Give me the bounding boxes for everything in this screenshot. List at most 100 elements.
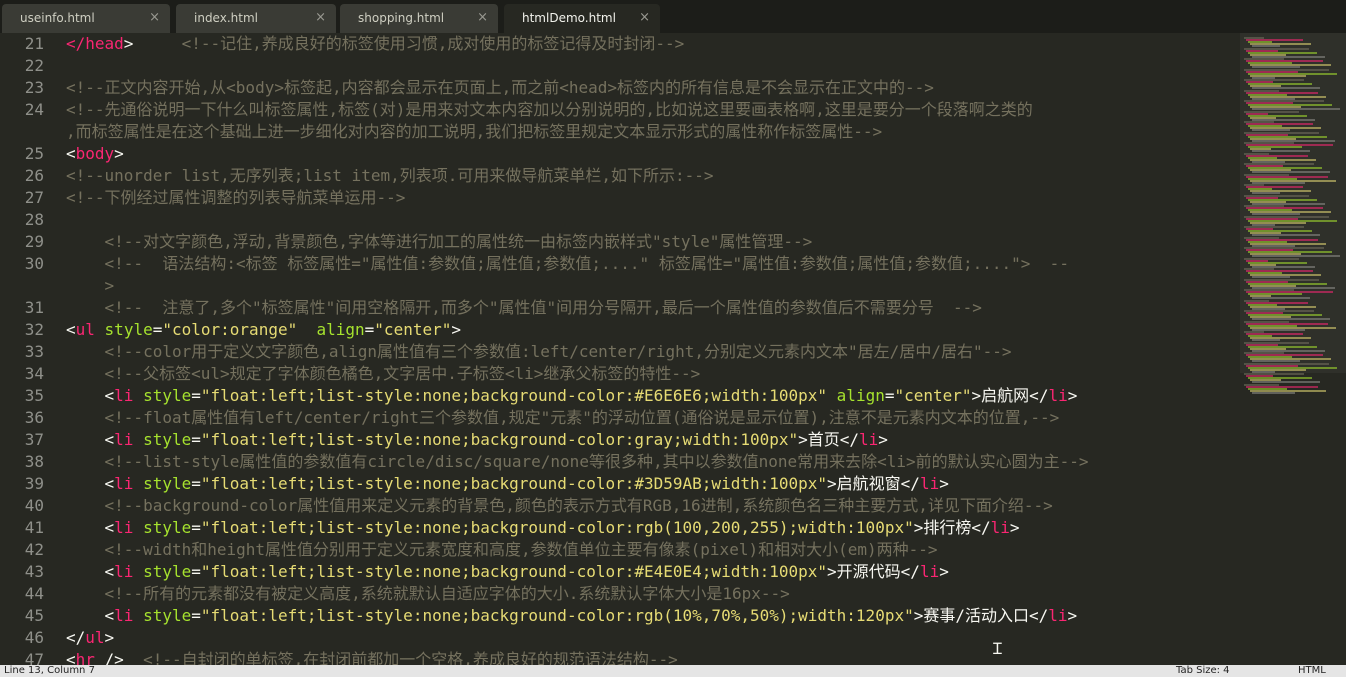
code-line[interactable]: <!--所有的元素都没有被定义高度,系统就默认自适应字体的大小.系统默认字体大小… [66, 583, 790, 605]
code-token: > [939, 474, 949, 493]
code-token: "float:left;list-style:none;background-c… [200, 606, 914, 625]
line-number: 47 [24, 650, 44, 665]
code-line[interactable]: <!--正文内容开始,从<body>标签起,内容都会显示在页面上,而之前<hea… [66, 77, 934, 99]
code-token: < [66, 606, 115, 625]
code-line[interactable]: <!--background-color属性值用来定义元素的背景色,颜色的表示方… [66, 495, 1053, 517]
code-line[interactable]: <li style="float:left;list-style:none;ba… [66, 561, 949, 583]
line-number: 30 [24, 254, 44, 273]
tab-close-icon[interactable]: × [477, 10, 488, 25]
tab-size-indicator[interactable]: Tab Size: 4 [1176, 665, 1230, 677]
code-token: style [143, 386, 192, 405]
code-line[interactable]: <ul style="color:orange" align="center"> [66, 319, 461, 341]
code-token: align [836, 386, 885, 405]
code-token: "float:left;list-style:none;background-c… [200, 430, 799, 449]
cursor-position[interactable]: Line 13, Column 7 [4, 665, 95, 677]
code-token: </ [66, 628, 86, 647]
code-line[interactable]: <!--color用于定义文字颜色,align属性值有三个参数值:left/ce… [66, 341, 1012, 363]
code-token: /> [94, 650, 144, 665]
code-token: li [114, 562, 134, 581]
code-token: = [191, 518, 201, 537]
code-line[interactable]: </ul> [66, 627, 114, 649]
code-token: < [66, 562, 115, 581]
code-line[interactable]: <!--父标签<ul>规定了字体颜色橘色,文字居中.子标签<li>继承父标签的特… [66, 363, 701, 385]
code-line[interactable]: <body> [66, 143, 124, 165]
code-token: < [66, 320, 76, 339]
code-line[interactable]: <!--float属性值有left/center/right三个参数值,规定"元… [66, 407, 1060, 429]
code-token: >开源代码</ [827, 562, 920, 581]
tab-close-icon[interactable]: × [149, 10, 160, 25]
code-line[interactable]: <!-- 注意了,多个"标签属性"间用空格隔开,而多个"属性值"间用分号隔开,最… [66, 297, 982, 319]
code-line[interactable]: <!--对文字颜色,浮动,背景颜色,字体等进行加工的属性统一由标签内嵌样式"st… [66, 231, 813, 253]
code-token: ,而标签属性是在这个基础上进一步细化对内容的加工说明,我们把标签里规定文本显示形… [66, 122, 883, 141]
line-number: 33 [24, 342, 44, 361]
code-line[interactable]: <!--list-style属性值的参数值有circle/disc/square… [66, 451, 1089, 473]
code-line[interactable]: <!--width和height属性值分别用于定义元素宽度和高度,参数值单位主要… [66, 539, 938, 561]
code-line[interactable]: ,而标签属性是在这个基础上进一步细化对内容的加工说明,我们把标签里规定文本显示形… [66, 121, 882, 143]
code-line[interactable]: <hr /> <!--自封闭的单标签,在封闭前都加一个空格,养成良好的规范语法结… [66, 649, 678, 665]
code-token: <!--color用于定义文字颜色,align属性值有三个参数值:left/ce… [104, 342, 1012, 361]
tab-label: useinfo.html [20, 11, 95, 25]
code-line[interactable]: <li style="float:left;list-style:none;ba… [66, 429, 888, 451]
code-token: <!--background-color属性值用来定义元素的背景色,颜色的表示方… [104, 496, 1053, 515]
code-token: ul [85, 628, 105, 647]
code-token: <!--记住,养成良好的标签使用习惯,成对使用的标签记得及时封闭--> [181, 34, 685, 53]
code-token: = [191, 386, 201, 405]
tab-htmldemo-html[interactable]: htmlDemo.html × [504, 4, 660, 33]
code-token: li [1048, 386, 1068, 405]
code-line[interactable]: <!--unorder list,无序列表;list item,列表项.可用来做… [66, 165, 714, 187]
code-token: <!--正文内容开始,从<body>标签起,内容都会显示在页面上,而之前<hea… [66, 78, 934, 97]
code-line[interactable]: <li style="float:left;list-style:none;ba… [66, 517, 1020, 539]
line-number: 42 [24, 540, 44, 559]
code-token: style [143, 518, 192, 537]
code-token: > [1009, 518, 1020, 537]
code-editor[interactable]: 21 22 23 24 25 26 27 28 29 30 31 32 33 34 35 36 37 38 39 40… [0, 33, 1240, 665]
line-number: 27 [24, 188, 44, 207]
code-token: > [104, 276, 115, 295]
minimap[interactable] [1240, 33, 1346, 665]
code-token: > [1067, 386, 1078, 405]
line-number: 31 [24, 298, 44, 317]
code-token: "float:left;list-style:none;background-c… [200, 518, 914, 537]
code-line[interactable]: </head> <!--记住,养成良好的标签使用习惯,成对使用的标签记得及时封闭… [66, 33, 684, 55]
code-token: = [364, 320, 375, 339]
code-line[interactable]: < li style="float:left;list-style:none;ba… [66, 385, 1078, 407]
tab-close-icon[interactable]: × [315, 10, 326, 25]
tab-index-html[interactable]: index.html × [176, 4, 336, 33]
tab-useinfo-html[interactable]: useinfo.html × [2, 4, 170, 33]
code-token: > [114, 144, 124, 163]
code-line[interactable]: <!--下例经过属性调整的列表导航菜单运用--> [66, 187, 405, 209]
line-number: 46 [24, 628, 44, 647]
line-number: 23 [24, 78, 44, 97]
code-line[interactable]: <!-- 语法结构:<标签 标签属性="属性值:参数值;属性值;参数值;....… [66, 253, 1069, 275]
syntax-indicator[interactable]: HTML [1298, 665, 1326, 677]
code-token: "float:left;list-style:none;background-c… [200, 474, 828, 493]
status-bar: Line 13, Column 7 Tab Size: 4 HTML [0, 665, 1346, 677]
tab-close-icon[interactable]: × [639, 10, 650, 25]
code-token: > [104, 628, 115, 647]
line-number: 28 [24, 210, 44, 229]
line-number: 22 [24, 56, 44, 75]
tab-shopping-html[interactable]: shopping.html × [340, 4, 498, 33]
code-token: <!--先通俗说明一下什么叫标签属性,标签(对)是用来对文本内容加以分别说明的,… [66, 100, 1033, 119]
code-token: < [66, 386, 115, 405]
code-line[interactable]: <li style="float:left;list-style:none;ba… [66, 473, 949, 495]
code-token: hr [75, 650, 95, 665]
code-token: < [66, 474, 115, 493]
code-token: style [143, 606, 192, 625]
line-number: 24 [24, 100, 44, 119]
code-line[interactable]: <li style="float:left;list-style:none;ba… [66, 605, 1078, 627]
code-token: "float:left;list-style:none;background-c… [200, 386, 828, 405]
code-line[interactable]: <!--先通俗说明一下什么叫标签属性,标签(对)是用来对文本内容加以分别说明的,… [66, 99, 1033, 121]
code-line[interactable]: > [66, 275, 115, 297]
line-number: 37 [24, 430, 44, 449]
code-token: >排行榜</ [913, 518, 991, 537]
code-token: <!--下例经过属性调整的列表导航菜单运用--> [66, 188, 406, 207]
